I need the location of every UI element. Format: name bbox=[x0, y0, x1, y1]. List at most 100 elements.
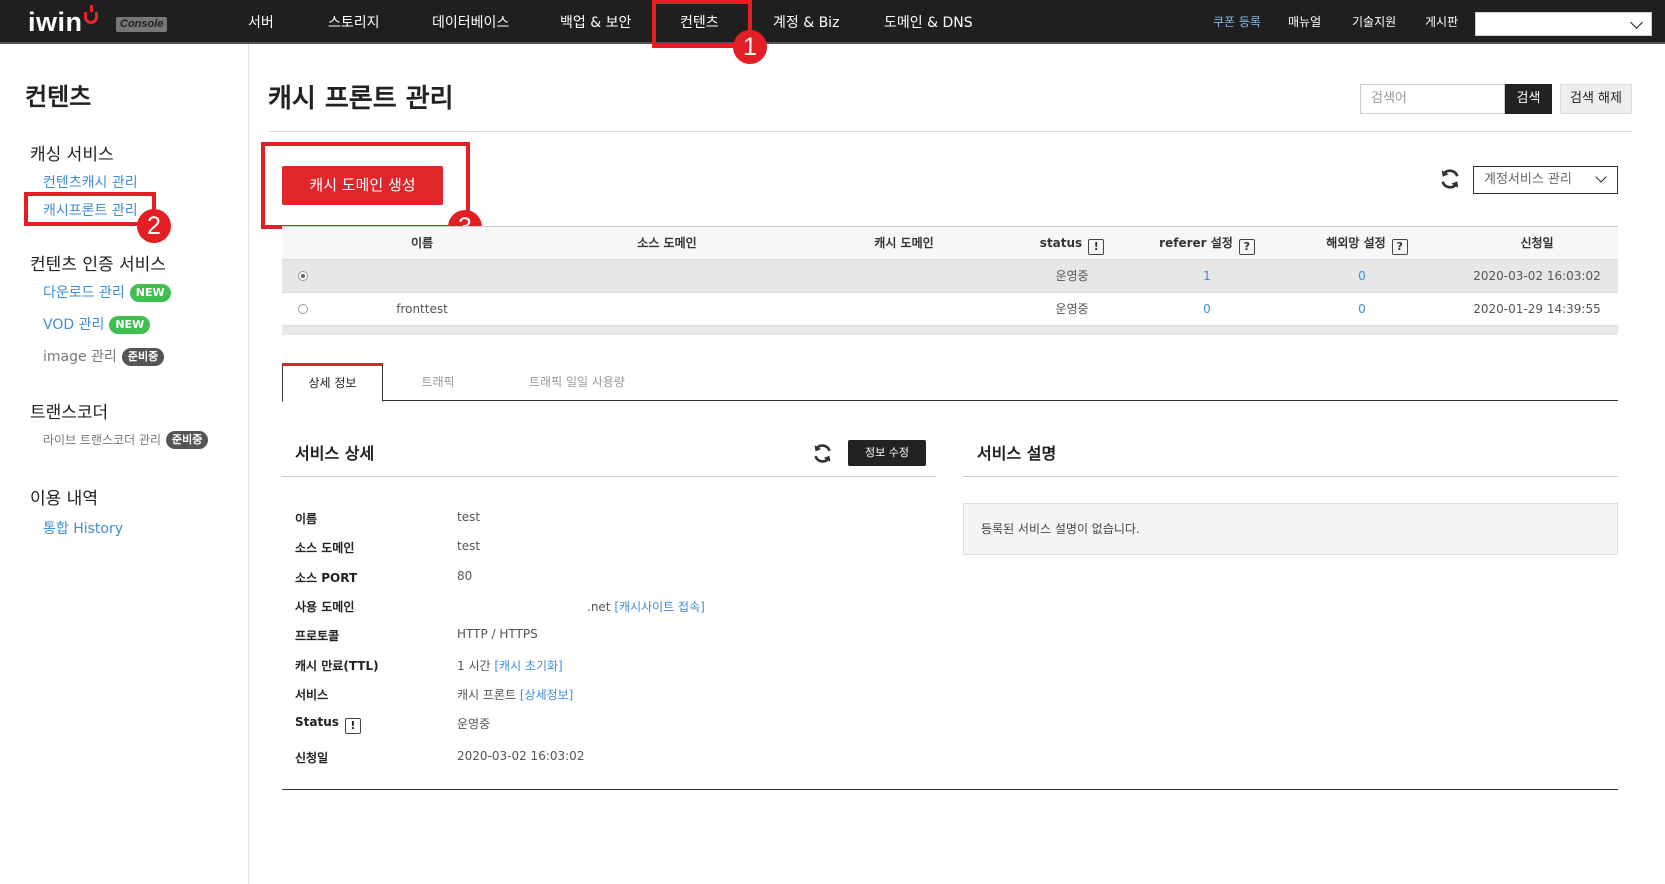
field-label-service: 서비스 bbox=[295, 688, 329, 702]
col-name: 이름 bbox=[410, 236, 434, 250]
sidebar-title: 컨텐츠 bbox=[25, 83, 92, 111]
col-referer-label: referer 설정 bbox=[1159, 236, 1233, 250]
highlight-box-cache-front bbox=[24, 192, 156, 226]
field-label-used-domain: 사용 도메인 bbox=[295, 600, 355, 614]
overseas-help-icon[interactable]: ? bbox=[1391, 239, 1408, 255]
cell-name bbox=[357, 260, 487, 292]
col-overseas-label: 해외망 설정 bbox=[1326, 236, 1386, 250]
cache-site-link[interactable]: [캐시사이트 접속] bbox=[614, 600, 704, 614]
sidebar-heading-caching: 캐싱 서비스 bbox=[30, 145, 114, 165]
sidebar-item-contents-cache[interactable]: 컨텐츠캐시 관리 bbox=[43, 172, 138, 192]
col-status-label: status bbox=[1039, 236, 1083, 250]
col-overseas: 해외망 설정? bbox=[1272, 227, 1462, 260]
cell-name: fronttest bbox=[396, 302, 448, 316]
field-value-apply-date: 2020-03-02 16:03:02 bbox=[457, 749, 585, 763]
sidebar-item-label: 다운로드 관리 bbox=[43, 285, 125, 301]
cache-reset-link[interactable]: [캐시 초기화] bbox=[494, 659, 562, 673]
cell-referer[interactable]: 0 bbox=[1132, 293, 1282, 325]
nav-domain-dns[interactable]: 도메인 & DNS bbox=[884, 0, 973, 44]
row-select-radio[interactable] bbox=[298, 271, 308, 281]
nav-account-biz[interactable]: 계정 & Biz bbox=[773, 0, 839, 44]
top-navigation-bar: iwinv iwin Console 서버 스토리지 데이터베이스 백업 & 보… bbox=[0, 0, 1665, 44]
tab-traffic[interactable]: 트래픽 bbox=[388, 363, 488, 401]
nav-storage[interactable]: 스토리지 bbox=[328, 0, 380, 44]
field-value-used-domain: .net [캐시사이트 접속] bbox=[587, 598, 705, 615]
table-row[interactable]: fronttest 운영중 0 0 2020-01-29 14:39:55 bbox=[282, 293, 1618, 326]
status-info-icon[interactable]: ! bbox=[344, 718, 361, 734]
console-badge: Console bbox=[116, 17, 168, 32]
table-row[interactable]: 운영중 1 0 2020-03-02 16:03:02 bbox=[282, 260, 1618, 293]
nav-server[interactable]: 서버 bbox=[248, 0, 274, 44]
sidebar-item-history[interactable]: 통합 History bbox=[43, 518, 123, 538]
cell-overseas[interactable]: 0 bbox=[1287, 293, 1437, 325]
service-description-box: 등록된 서비스 설명이 없습니다. bbox=[963, 503, 1618, 555]
manual-link[interactable]: 매뉴얼 bbox=[1288, 0, 1321, 44]
page-title: 캐시 프론트 관리 bbox=[268, 84, 454, 114]
refresh-icon[interactable] bbox=[1439, 168, 1461, 190]
detail-bottom-divider bbox=[282, 789, 1618, 790]
cell-date: 2020-03-02 16:03:02 bbox=[1473, 269, 1601, 283]
refresh-icon[interactable] bbox=[812, 443, 833, 464]
cell-status: 운영중 bbox=[1055, 302, 1089, 316]
cell-referer[interactable]: 1 bbox=[1132, 260, 1282, 292]
service-description-title: 서비스 설명 bbox=[977, 444, 1057, 463]
detail-divider bbox=[282, 476, 936, 477]
preparing-badge: 준비중 bbox=[121, 348, 165, 366]
service-text: 캐시 프론트 bbox=[457, 688, 517, 702]
account-service-select[interactable]: 계정서비스 관리 bbox=[1473, 166, 1618, 194]
logo-v-mark-icon bbox=[83, 5, 98, 24]
status-label-text: Status bbox=[295, 715, 339, 729]
sidebar-item-vod[interactable]: VOD 관리 NEW bbox=[43, 314, 151, 334]
sidebar-heading-usage: 이용 내역 bbox=[30, 489, 98, 509]
service-detail-title: 서비스 상세 bbox=[295, 444, 375, 463]
tab-detail-info[interactable]: 상세 정보 bbox=[282, 363, 383, 402]
title-divider bbox=[268, 131, 1632, 132]
service-detail-link[interactable]: [상세정보] bbox=[520, 688, 574, 702]
step-marker-2: 2 bbox=[137, 209, 171, 243]
field-label-apply-date: 신청일 bbox=[295, 751, 329, 765]
row-select-radio[interactable] bbox=[298, 304, 308, 314]
iwinv-logo[interactable]: iwinv iwin bbox=[28, 5, 98, 38]
top-account-select[interactable] bbox=[1475, 12, 1652, 36]
tech-support-link[interactable]: 기술지원 bbox=[1352, 0, 1396, 44]
sidebar-item-download[interactable]: 다운로드 관리 NEW bbox=[43, 282, 171, 302]
new-badge: NEW bbox=[129, 284, 171, 302]
nav-database[interactable]: 데이터베이스 bbox=[432, 0, 509, 44]
field-value-source-domain: test bbox=[457, 539, 481, 553]
cell-overseas[interactable]: 0 bbox=[1287, 260, 1437, 292]
tab-daily-traffic[interactable]: 트래픽 일일 사용량 bbox=[492, 363, 662, 401]
board-link[interactable]: 게시판 bbox=[1425, 0, 1458, 44]
status-info-icon[interactable]: ! bbox=[1088, 239, 1105, 255]
col-cache-domain: 캐시 도메인 bbox=[874, 236, 934, 250]
search-input[interactable]: 검색어 bbox=[1360, 84, 1505, 114]
clear-search-button[interactable]: 검색 해제 bbox=[1560, 84, 1632, 114]
ttl-text: 1 시간 bbox=[457, 659, 491, 673]
field-value-name: test bbox=[457, 510, 481, 524]
field-value-source-port: 80 bbox=[457, 569, 473, 583]
cell-status: 운영중 bbox=[1055, 269, 1089, 283]
sidebar-item-label: VOD 관리 bbox=[43, 317, 105, 333]
field-label-source-domain: 소스 도메인 bbox=[295, 541, 355, 555]
referer-help-icon[interactable]: ? bbox=[1238, 239, 1255, 255]
chevron-down-icon bbox=[1595, 171, 1607, 183]
table-header: 이름 소스 도메인 캐시 도메인 status! referer 설정? 해외망… bbox=[282, 226, 1618, 260]
new-badge: NEW bbox=[109, 316, 151, 334]
sidebar-item-label: image 관리 bbox=[43, 349, 117, 365]
sidebar: 컨텐츠 캐싱 서비스 컨텐츠캐시 관리 캐시프론트 관리 컨텐츠 인증 서비스 … bbox=[0, 44, 249, 884]
table-scroll-track bbox=[282, 326, 1618, 335]
search-button[interactable]: 검색 bbox=[1505, 84, 1552, 114]
field-label-status: Status! bbox=[295, 715, 361, 734]
chevron-down-icon bbox=[1630, 16, 1643, 29]
coupon-register-link[interactable]: 쿠폰 등록 bbox=[1213, 0, 1261, 44]
sidebar-heading-transcoder: 트랜스코더 bbox=[30, 403, 109, 423]
used-domain-text: .net bbox=[587, 600, 611, 614]
nav-backup-security[interactable]: 백업 & 보안 bbox=[560, 0, 631, 44]
edit-info-button[interactable]: 정보 수정 bbox=[848, 440, 926, 466]
field-label-ttl: 캐시 만료(TTL) bbox=[295, 659, 379, 673]
sidebar-item-live-transcoder[interactable]: 라이브 트랜스코더 관리 준비중 bbox=[43, 431, 209, 449]
field-value-ttl: 1 시간 [캐시 초기화] bbox=[457, 657, 563, 674]
sidebar-item-image[interactable]: image 관리 준비중 bbox=[43, 346, 165, 366]
field-value-status: 운영중 bbox=[457, 717, 491, 731]
sidebar-item-label: 라이브 트랜스코더 관리 bbox=[43, 433, 162, 447]
cache-domain-table: 이름 소스 도메인 캐시 도메인 status! referer 설정? 해외망… bbox=[282, 226, 1618, 335]
